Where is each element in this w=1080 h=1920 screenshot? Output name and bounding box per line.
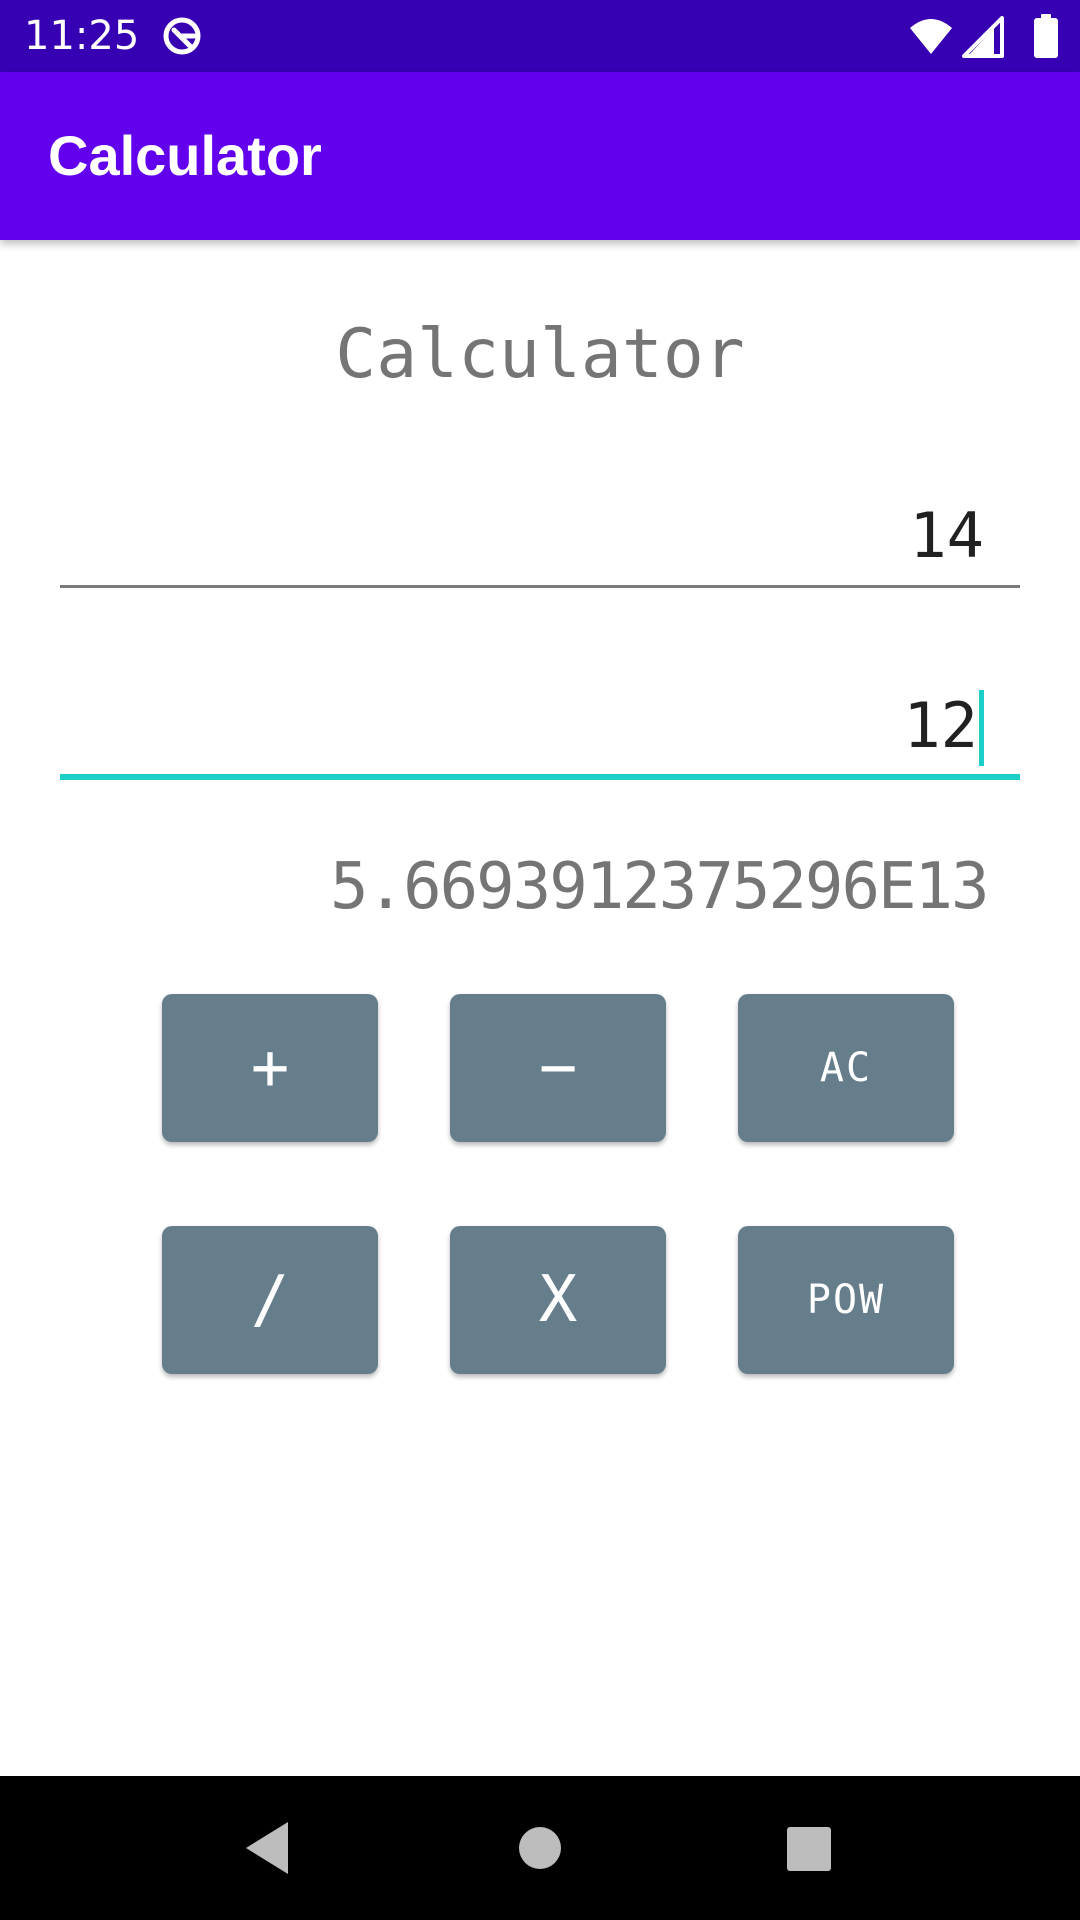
data-saver-icon (163, 17, 201, 55)
battery-icon (1034, 14, 1058, 58)
second-number-value: 12 (903, 689, 978, 762)
plus-button[interactable]: + (162, 994, 378, 1142)
signal-icon (962, 16, 1004, 58)
status-time: 11:25 (24, 13, 140, 59)
power-button[interactable]: POW (738, 1226, 954, 1374)
status-bar: 11:25 (0, 0, 1080, 72)
result-display: 5.6693912375296E13 (330, 850, 990, 924)
clear-button[interactable]: AC (738, 994, 954, 1142)
app-bar: Calculator (0, 72, 1080, 240)
first-number-field[interactable]: 14 (60, 478, 1020, 588)
app-title: Calculator (48, 124, 322, 187)
wifi-icon (910, 19, 952, 54)
multiply-button[interactable]: X (450, 1226, 666, 1374)
first-number-value: 14 (909, 499, 984, 572)
page-heading: Calculator (335, 315, 745, 394)
home-icon[interactable] (518, 1826, 562, 1870)
second-number-underline (60, 774, 1020, 780)
minus-button[interactable]: − (450, 994, 666, 1142)
text-cursor (979, 690, 984, 766)
navigation-bar (0, 1776, 1080, 1920)
second-number-field[interactable]: 12 (60, 668, 1020, 780)
back-icon[interactable] (244, 1820, 290, 1876)
divide-button[interactable]: / (162, 1226, 378, 1374)
recents-icon[interactable] (786, 1826, 832, 1872)
first-number-underline (60, 585, 1020, 588)
